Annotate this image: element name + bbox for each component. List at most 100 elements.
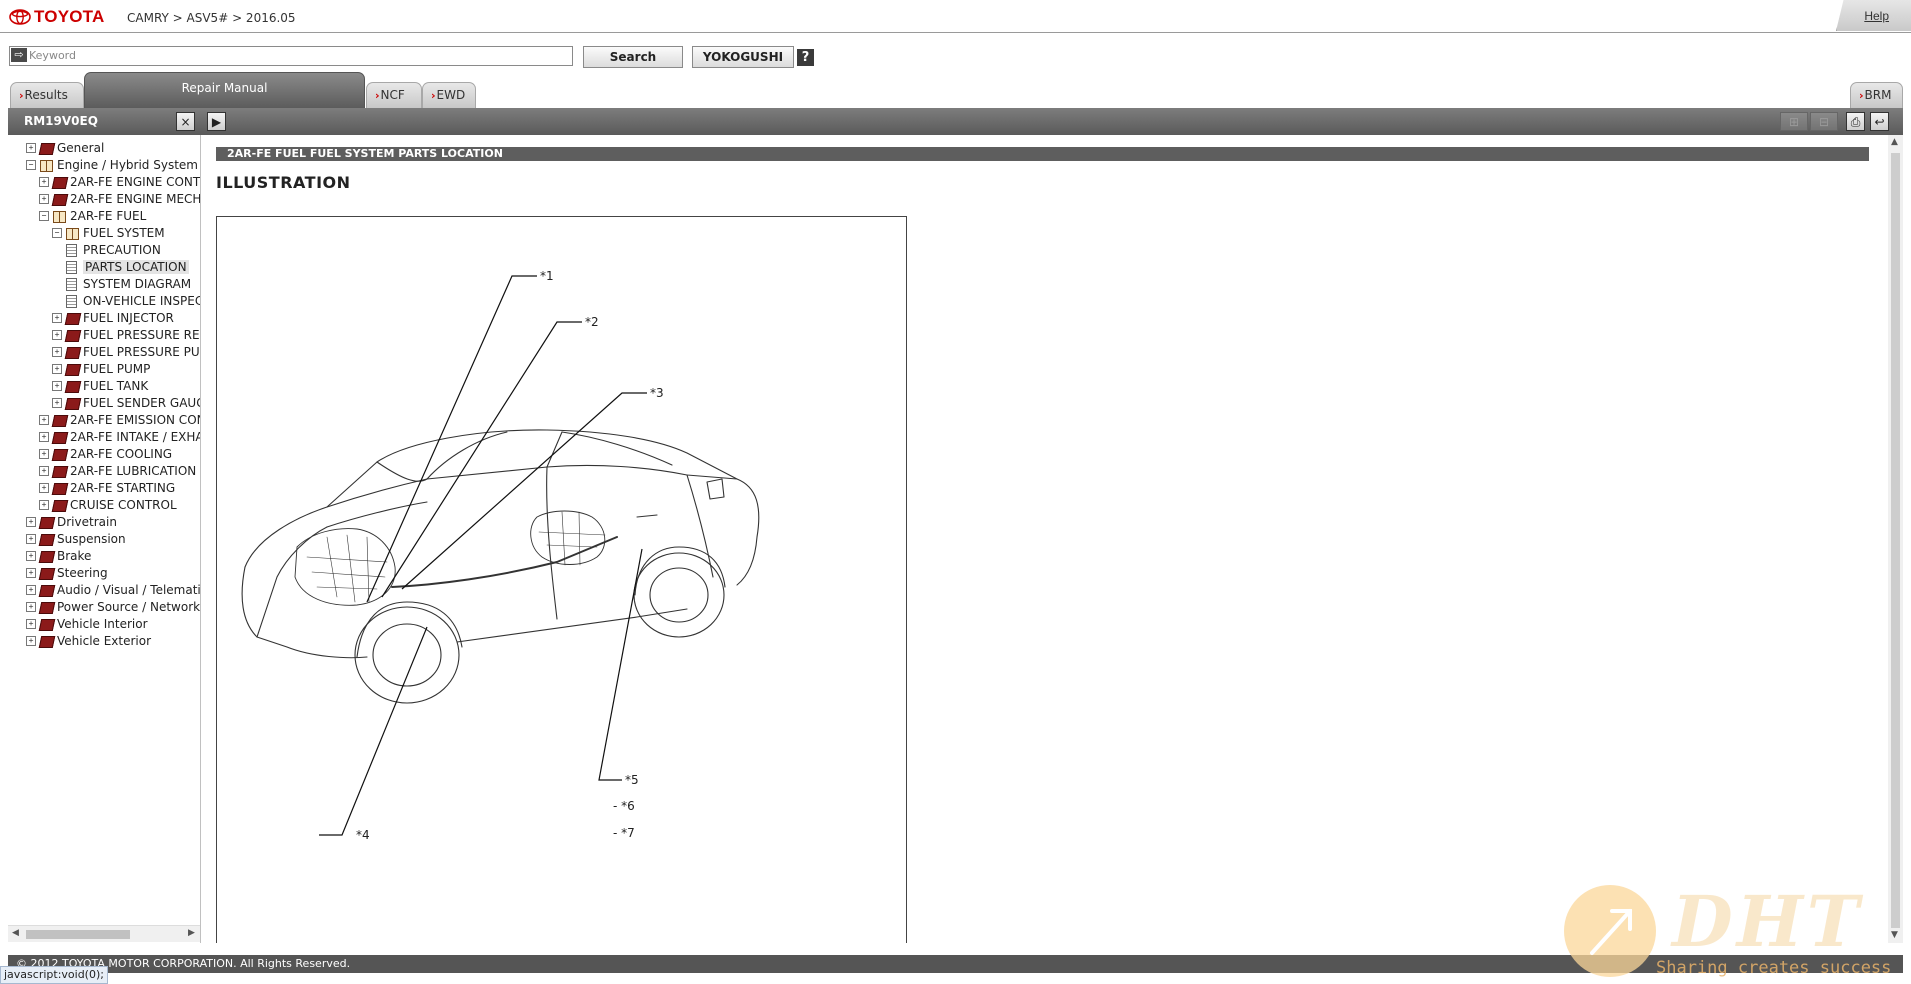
app-header: TOYOTA CAMRY > ASV5# > 2016.05 Help bbox=[0, 0, 1911, 33]
tab-repair-manual[interactable]: Repair Manual bbox=[84, 72, 365, 108]
tree-item-cruise-control[interactable]: + CRUISE CONTROL bbox=[39, 496, 177, 514]
tree-item-drivetrain[interactable]: + Drivetrain bbox=[26, 513, 117, 531]
tree-item-precaution[interactable]: PRECAUTION bbox=[66, 241, 161, 259]
tree-item-intake-exhaust[interactable]: +2AR-FE INTAKE / EXHAUST bbox=[39, 428, 200, 446]
expand-icon[interactable]: + bbox=[52, 347, 62, 357]
close-pane-button[interactable]: × bbox=[176, 112, 195, 131]
expand-icon[interactable]: + bbox=[26, 517, 36, 527]
tree-item-label: 2AR-FE LUBRICATION bbox=[70, 464, 197, 478]
expand-icon[interactable]: + bbox=[52, 330, 62, 340]
tree-item-starting[interactable]: +2AR-FE STARTING bbox=[39, 479, 175, 497]
collapse-icon[interactable]: − bbox=[52, 228, 62, 238]
expand-icon[interactable]: + bbox=[26, 602, 36, 612]
tree-item-suspension[interactable]: + Suspension bbox=[26, 530, 126, 548]
expand-icon[interactable]: + bbox=[39, 500, 49, 510]
tree-item-power-source[interactable]: + Power Source / Network bbox=[26, 598, 200, 616]
scrollbar-thumb[interactable] bbox=[1891, 153, 1900, 928]
tree-item-fuel-pump[interactable]: + FUEL PUMP bbox=[52, 360, 150, 378]
print-icon[interactable]: ⎙ bbox=[1846, 112, 1865, 131]
book-closed-icon bbox=[52, 176, 66, 188]
tree-item-label: 2AR-FE COOLING bbox=[70, 447, 173, 461]
tab-ncf[interactable]: ›NCF bbox=[366, 82, 422, 108]
expand-icon[interactable]: + bbox=[26, 619, 36, 629]
expand-icon[interactable]: + bbox=[39, 415, 49, 425]
yokogushi-button[interactable]: YOKOGUSHI bbox=[692, 46, 794, 68]
search-input[interactable] bbox=[29, 48, 567, 62]
book-closed-icon bbox=[65, 363, 79, 375]
book-open-icon bbox=[52, 210, 66, 223]
expand-icon[interactable]: + bbox=[39, 194, 49, 204]
scroll-right-icon[interactable]: ▶ bbox=[188, 928, 195, 938]
expand-icon[interactable]: + bbox=[52, 313, 62, 323]
tree-item-on-vehicle-inspection[interactable]: ON-VEHICLE INSPECTION bbox=[66, 292, 200, 310]
tree-item-system-diagram[interactable]: SYSTEM DIAGRAM bbox=[66, 275, 191, 293]
expand-icon[interactable]: + bbox=[52, 381, 62, 391]
chevron-right-icon: › bbox=[19, 89, 24, 102]
tree-item-lubrication[interactable]: +2AR-FE LUBRICATION bbox=[39, 462, 196, 480]
tab-ewd[interactable]: ›EWD bbox=[422, 82, 476, 108]
tree-item-fuel-tank[interactable]: + FUEL TANK bbox=[52, 377, 148, 395]
tree-item-fuel-sender-gauge[interactable]: + FUEL SENDER GAUGE bbox=[52, 394, 200, 412]
search-button[interactable]: Search bbox=[583, 46, 683, 68]
tree-item-brake[interactable]: + Brake bbox=[26, 547, 91, 565]
tree-item-engine-mechanical[interactable]: +2AR-FE ENGINE MECHANICAL bbox=[39, 190, 200, 208]
tree-item-emission-control[interactable]: +2AR-FE EMISSION CONTROL bbox=[39, 411, 200, 429]
tab-brm[interactable]: ›BRM bbox=[1850, 82, 1903, 108]
expand-icon[interactable]: + bbox=[39, 449, 49, 459]
tree-item-fuel[interactable]: − 2AR-FE FUEL bbox=[39, 207, 146, 225]
tree-item-steering[interactable]: + Steering bbox=[26, 564, 108, 582]
book-closed-icon bbox=[65, 346, 79, 358]
question-icon[interactable]: ? bbox=[797, 49, 814, 66]
expand-icon[interactable]: + bbox=[52, 398, 62, 408]
layout-two-icon[interactable]: ⊟ bbox=[1810, 112, 1838, 131]
tree-item-fuel-system[interactable]: − FUEL SYSTEM bbox=[52, 224, 165, 242]
sidebar-horizontal-scrollbar[interactable]: ◀ ▶ bbox=[8, 925, 200, 942]
tree-item-engine-control[interactable]: +2AR-FE ENGINE CONTROL bbox=[39, 173, 200, 191]
tree-item-fuel-injector[interactable]: + FUEL INJECTOR bbox=[52, 309, 174, 327]
tree-item-fuel-pressure-regulator[interactable]: + FUEL PRESSURE REGULATOR bbox=[52, 326, 200, 344]
expand-icon[interactable]: + bbox=[39, 466, 49, 476]
search-box: ⇨ bbox=[9, 46, 573, 66]
expand-icon[interactable]: + bbox=[26, 585, 36, 595]
expand-icon[interactable]: + bbox=[39, 483, 49, 493]
layout-one-icon[interactable]: ⊞ bbox=[1780, 112, 1808, 131]
return-icon[interactable]: ↩ bbox=[1870, 112, 1889, 131]
tree-item-engine-hybrid[interactable]: − Engine / Hybrid System bbox=[26, 156, 198, 174]
book-closed-icon bbox=[52, 482, 66, 494]
book-closed-icon bbox=[65, 312, 79, 324]
content-vertical-scrollbar[interactable]: ▲ ▼ bbox=[1888, 135, 1903, 943]
expand-icon[interactable]: + bbox=[39, 177, 49, 187]
collapse-icon[interactable]: − bbox=[26, 160, 36, 170]
tab-ncf-label: NCF bbox=[380, 88, 405, 102]
tree-item-vehicle-interior[interactable]: + Vehicle Interior bbox=[26, 615, 148, 633]
expand-pane-button[interactable]: ▶ bbox=[207, 112, 226, 131]
scroll-up-icon[interactable]: ▲ bbox=[1891, 137, 1898, 147]
tree-item-vehicle-exterior[interactable]: + Vehicle Exterior bbox=[26, 632, 151, 650]
tree-item-fuel-pressure-pulsation[interactable]: + FUEL PRESSURE PULSATION DAMPER bbox=[52, 343, 200, 361]
help-link[interactable]: Help bbox=[1864, 9, 1889, 23]
expand-icon[interactable]: + bbox=[26, 636, 36, 646]
book-closed-icon bbox=[52, 414, 66, 426]
tree-item-label: SYSTEM DIAGRAM bbox=[83, 277, 192, 291]
tree-item-audio-visual[interactable]: + Audio / Visual / Telematics bbox=[26, 581, 200, 599]
expand-icon[interactable]: + bbox=[39, 432, 49, 442]
document-id: RM19V0EQ bbox=[24, 114, 98, 128]
tree-item-general[interactable]: + General bbox=[26, 139, 104, 157]
expand-icon[interactable]: + bbox=[26, 143, 36, 153]
page-icon bbox=[66, 260, 77, 274]
expand-icon[interactable]: + bbox=[26, 568, 36, 578]
scroll-left-icon[interactable]: ◀ bbox=[12, 928, 19, 938]
expand-icon[interactable]: + bbox=[26, 551, 36, 561]
navigation-tree: + General − Engine / Hybrid System +2AR-FE… bbox=[8, 135, 201, 943]
expand-icon[interactable]: + bbox=[26, 534, 36, 544]
expand-icon[interactable]: + bbox=[52, 364, 62, 374]
tree-item-parts-location[interactable]: PARTS LOCATION bbox=[66, 258, 189, 276]
tab-results[interactable]: ›Results bbox=[10, 82, 84, 108]
book-closed-icon bbox=[39, 533, 53, 545]
scrollbar-thumb[interactable] bbox=[26, 930, 130, 939]
tree-item-cooling[interactable]: +2AR-FE COOLING bbox=[39, 445, 172, 463]
collapse-icon[interactable]: − bbox=[39, 211, 49, 221]
tree-item-label: FUEL INJECTOR bbox=[83, 311, 174, 325]
scroll-down-icon[interactable]: ▼ bbox=[1891, 930, 1898, 940]
footer: © 2012 TOYOTA MOTOR CORPORATION. All Rig… bbox=[8, 955, 1903, 973]
